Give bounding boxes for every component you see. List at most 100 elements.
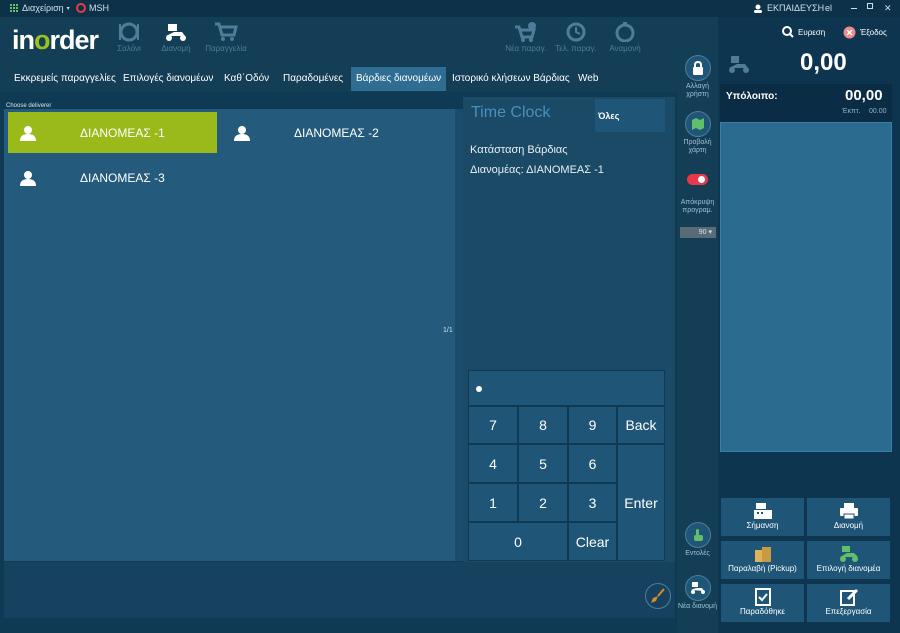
key-6[interactable]: 6	[568, 444, 617, 483]
key-2[interactable]: 2	[518, 483, 568, 522]
delivery-print-button[interactable]: Διανομή	[806, 497, 891, 537]
user-short-label: MSH	[89, 3, 109, 13]
deliverer-card-2[interactable]: ΔΙΑΝΟΜΕΑΣ -2	[222, 112, 431, 153]
maximize-button[interactable]	[867, 3, 873, 9]
key-3[interactable]: 3	[568, 483, 617, 522]
deliverer-card-3[interactable]: ΔΙΑΝΟΜΕΑΣ -3	[8, 157, 217, 198]
delivered-button[interactable]: Παραδόθηκε	[720, 583, 805, 623]
toggle-knob	[698, 176, 705, 183]
tab-pending-orders[interactable]: Εκκρεμείς παραγγελίες	[9, 67, 121, 91]
close-window-button[interactable]: ✕	[884, 3, 892, 14]
language-selector[interactable]: el	[825, 3, 832, 13]
maximize-icon	[867, 3, 873, 9]
view-map-label: Προβολή χάρτη	[683, 139, 712, 154]
key-5[interactable]: 5	[518, 444, 568, 483]
mark-button[interactable]: Σήμανση	[720, 497, 805, 537]
tab-deliverer-shifts[interactable]: Βάρδιες διανομέων	[351, 67, 447, 91]
person-icon	[234, 125, 250, 141]
page-indicator: 1/1	[443, 327, 453, 334]
exit-button[interactable]: Έξοδος	[843, 26, 887, 39]
clean-button[interactable]	[645, 583, 671, 609]
deliverer-card-1[interactable]: ΔΙΑΝΟΜΕΑΣ -1	[8, 112, 217, 153]
dining-plate-icon	[119, 22, 139, 42]
select-deliverer-button[interactable]: Επιλογή διανομέα	[806, 540, 891, 580]
deliverer-name: ΔΙΑΝΟΜΕΑΣ -1	[80, 125, 165, 140]
delivered-check-icon	[754, 588, 771, 606]
commands-button[interactable]: Εντολές	[677, 522, 718, 558]
training-indicator[interactable]: ΕΚΠΑΙΔΕΥΣΗ	[754, 3, 824, 13]
search-button[interactable]: Ευρεση	[782, 26, 825, 38]
key-8[interactable]: 8	[518, 406, 568, 444]
value-select[interactable]: 90 ▾	[680, 227, 716, 238]
user-indicator[interactable]: MSH	[76, 3, 109, 13]
balance-value: 00,00	[845, 87, 883, 104]
waiting-button[interactable]: Αναμονή	[595, 22, 655, 53]
nav-order-button[interactable]: Παραγγελία	[196, 22, 256, 53]
deliverer-name: ΔΙΑΝΟΜΕΑΣ -3	[80, 170, 165, 185]
bottom-bar	[4, 562, 675, 618]
delivered-label: Παραδόθηκε	[740, 607, 785, 616]
cart-add-icon	[515, 22, 536, 42]
view-map-button[interactable]: Προβολή χάρτη	[677, 111, 718, 155]
value-select-text: 90	[698, 229, 707, 236]
pickup-button[interactable]: Παραλαβή (Pickup)	[720, 540, 805, 580]
cart-icon	[215, 22, 238, 41]
language-label: el	[825, 3, 833, 13]
tab-bar: Εκκρεμείς παραγγελίες Επιλογές διανομέων…	[0, 65, 677, 92]
key-enter[interactable]: Enter	[617, 444, 665, 561]
minimize-button[interactable]	[851, 3, 857, 9]
person-icon	[20, 170, 36, 186]
selected-deliverer-line: Διανομέας: ΔΙΑΝΟΜΕΑΣ -1	[470, 164, 604, 176]
search-label: Ευρεση	[798, 27, 826, 37]
deliverer-panel: ΔΙΑΝΟΜΕΑΣ -1 ΔΙΑΝΟΜΕΑΣ -2 ΔΙΑΝΟΜΕΑΣ -3	[4, 109, 455, 561]
hand-tap-icon	[693, 529, 703, 541]
history-icon	[566, 22, 586, 42]
logo-text-o: o	[34, 25, 50, 55]
admin-menu[interactable]: Διαχείριση ▾	[10, 3, 70, 13]
shift-status-label: Κατάσταση Βάρδιας	[470, 144, 568, 156]
change-user-button[interactable]: Αλλαγή χρήστη	[677, 55, 718, 99]
tab-web[interactable]: Web	[573, 67, 603, 91]
broom-icon	[651, 588, 665, 603]
timer-icon	[615, 22, 635, 42]
tab-shift-call-history[interactable]: Ιστορικό κλήσεων Βάρδιας	[447, 67, 575, 91]
key-9[interactable]: 9	[568, 406, 617, 444]
logo-text-in: in	[12, 25, 35, 55]
commands-label: Εντολές	[685, 550, 710, 557]
keypad-display[interactable]	[468, 370, 665, 406]
nav-order-label: Παραγγελία	[205, 44, 247, 53]
exit-label: Έξοδος	[860, 28, 887, 37]
hide-program-label-wrap: Απόκρυψη προγραμ.	[677, 199, 718, 215]
key-4[interactable]: 4	[468, 444, 518, 483]
nav-delivery-label: Διανομή	[161, 44, 191, 53]
minimize-icon	[851, 8, 857, 9]
panel-divider[interactable]	[455, 109, 463, 561]
delivery-scooter-icon	[839, 546, 858, 562]
key-0[interactable]: 0	[468, 522, 568, 561]
caret-down-icon: ▾	[66, 5, 70, 12]
key-7[interactable]: 7	[468, 406, 518, 444]
discount-value: 00.00	[869, 108, 887, 115]
lock-icon	[692, 61, 703, 75]
inorder-logo: inorder	[12, 25, 99, 56]
tab-en-route[interactable]: Καθ΄Οδόν	[219, 67, 274, 91]
edit-button[interactable]: Επεξεργασία	[806, 583, 891, 623]
tab-delivered[interactable]: Παραδομένες	[278, 67, 348, 91]
cash-register-icon	[753, 503, 772, 519]
key-back[interactable]: Back	[617, 406, 665, 444]
key-clear[interactable]: Clear	[568, 522, 617, 561]
user-key-icon	[754, 4, 762, 13]
discount-label: Έκπτ.	[842, 108, 861, 115]
delivery-scooter-icon	[690, 582, 705, 594]
hide-program-toggle[interactable]	[687, 174, 708, 185]
app-header: inorder Σαλόνι Διανομή Παραγγελία Νέα πα…	[0, 17, 677, 65]
new-delivery-button[interactable]: Νέα διανομή	[677, 575, 718, 611]
printer-icon	[839, 503, 858, 520]
shift-filter-button[interactable]: Όλες	[595, 99, 665, 132]
key-1[interactable]: 1	[468, 483, 518, 522]
order-items-list[interactable]	[720, 122, 892, 452]
tab-deliverer-options[interactable]: Επιλογές διανομέων	[118, 67, 218, 91]
close-icon: ✕	[884, 3, 892, 13]
edit-pencil-icon	[839, 588, 858, 606]
pickup-label: Παραλαβή (Pickup)	[728, 564, 797, 573]
